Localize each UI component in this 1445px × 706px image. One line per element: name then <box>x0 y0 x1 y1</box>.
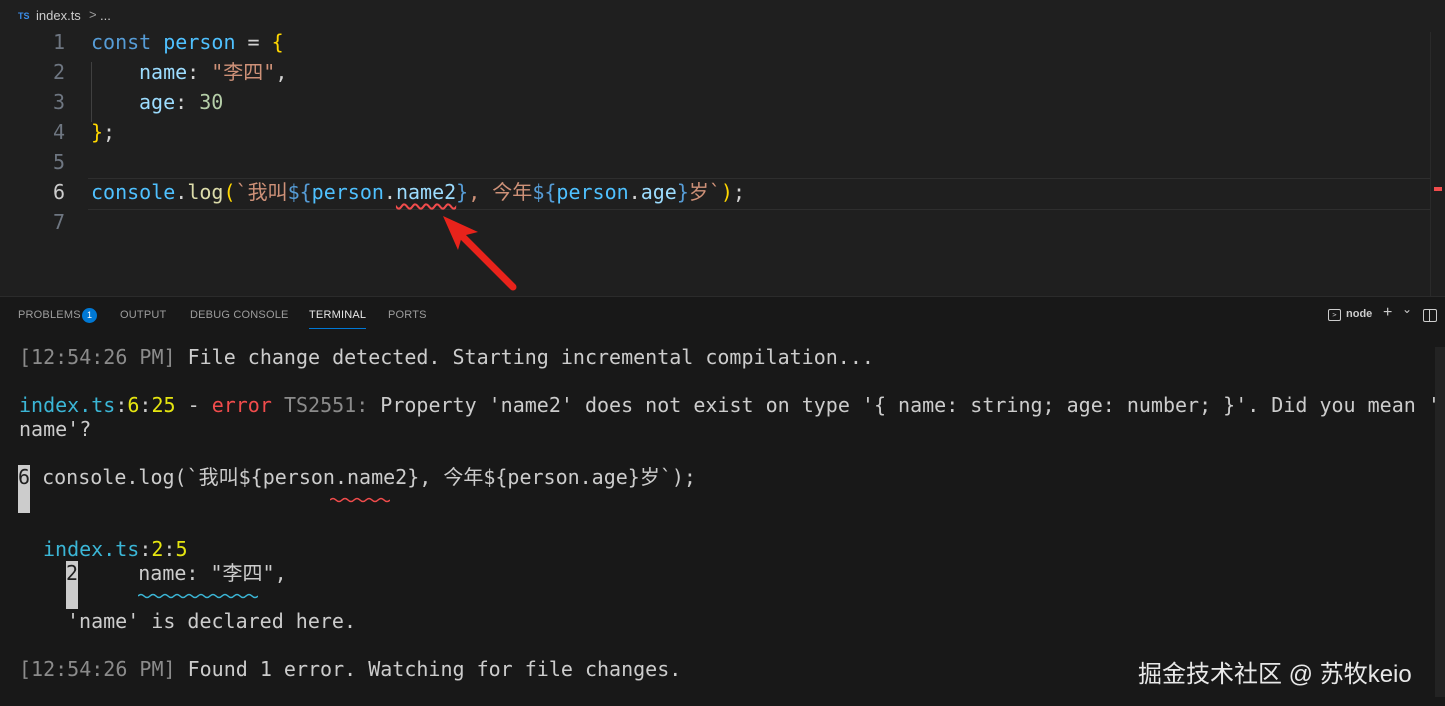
code-text[interactable]: const person = { <box>91 27 284 57</box>
problems-count-badge: 1 <box>82 308 97 323</box>
terminal-code-line: 2 name: "李四", <box>66 561 287 585</box>
terminal-line: 'name' is declared here. <box>67 609 356 633</box>
line-number: 4 <box>52 120 65 144</box>
editor-scrollbar[interactable] <box>1430 32 1445 296</box>
chevron-down-icon[interactable]: ⌄ <box>1402 302 1412 316</box>
line-number: 6 <box>52 180 65 204</box>
watermark: 掘金技术社区 @ 苏牧keio <box>1138 661 1412 688</box>
terminal-code-line: 6 console.log(`我叫${person.name2}, 今年${pe… <box>18 465 696 489</box>
terminal-line: index.ts:6:25 - error TS2551: Property '… <box>19 393 1440 417</box>
terminal-icon: > <box>1328 309 1341 321</box>
terminal-name[interactable]: node <box>1346 308 1372 320</box>
terminal-line: name'? <box>19 417 92 441</box>
code-text[interactable]: console.log(`我叫${person.name2}, 今年${pers… <box>91 177 745 207</box>
terminal-line: [12:54:26 PM] File change detected. Star… <box>19 345 874 369</box>
terminal-output[interactable]: [12:54:26 PM] File change detected. Star… <box>0 333 1440 706</box>
terminal-line: [12:54:26 PM] Found 1 error. Watching fo… <box>19 657 682 681</box>
error-squiggle: name2 <box>395 180 457 204</box>
info-squiggle <box>138 593 258 599</box>
breadcrumb-separator-icon: > <box>89 7 97 22</box>
typescript-file-icon: TS <box>18 11 30 21</box>
code-line[interactable]: 2 name: "李四", <box>0 57 1445 87</box>
code-line[interactable]: 3 age: 30 <box>0 87 1445 117</box>
line-number: 2 <box>52 60 65 84</box>
line-number: 1 <box>52 30 65 54</box>
code-text[interactable]: name: "李四", <box>139 57 287 87</box>
line-number: 5 <box>52 150 65 174</box>
add-terminal-icon[interactable]: + <box>1383 304 1392 322</box>
tab-output[interactable]: OUTPUT <box>120 309 166 321</box>
tab-problems[interactable]: PROBLEMS <box>18 309 81 321</box>
code-line[interactable]: 1 const person = { <box>0 27 1445 57</box>
breadcrumb-file[interactable]: index.ts <box>36 8 81 23</box>
code-line-active[interactable]: 6 console.log(`我叫${person.name2}, 今年${pe… <box>0 177 1445 207</box>
breadcrumb-more[interactable]: ... <box>100 8 111 23</box>
line-number: 3 <box>52 90 65 114</box>
panel-tabs: PROBLEMS 1 OUTPUT DEBUG CONSOLE TERMINAL… <box>0 297 1445 333</box>
tab-ports[interactable]: PORTS <box>388 309 427 321</box>
code-line[interactable]: 7 <box>0 207 1445 237</box>
code-text[interactable]: age: 30 <box>139 87 223 117</box>
tab-terminal[interactable]: TERMINAL <box>309 309 367 329</box>
split-panel-icon[interactable] <box>1423 309 1437 322</box>
bottom-panel: PROBLEMS 1 OUTPUT DEBUG CONSOLE TERMINAL… <box>0 296 1445 706</box>
line-number: 7 <box>52 210 65 234</box>
error-squiggle <box>330 497 390 503</box>
code-text[interactable]: }; <box>91 117 115 147</box>
code-line[interactable]: 5 <box>0 147 1445 177</box>
error-overview-mark <box>1434 187 1442 191</box>
tab-debug-console[interactable]: DEBUG CONSOLE <box>190 309 289 321</box>
code-editor[interactable]: 1 const person = { 2 name: "李四", 3 age: … <box>0 30 1445 296</box>
terminal-line: index.ts:2:5 <box>43 537 188 561</box>
code-line[interactable]: 4 }; <box>0 117 1445 147</box>
